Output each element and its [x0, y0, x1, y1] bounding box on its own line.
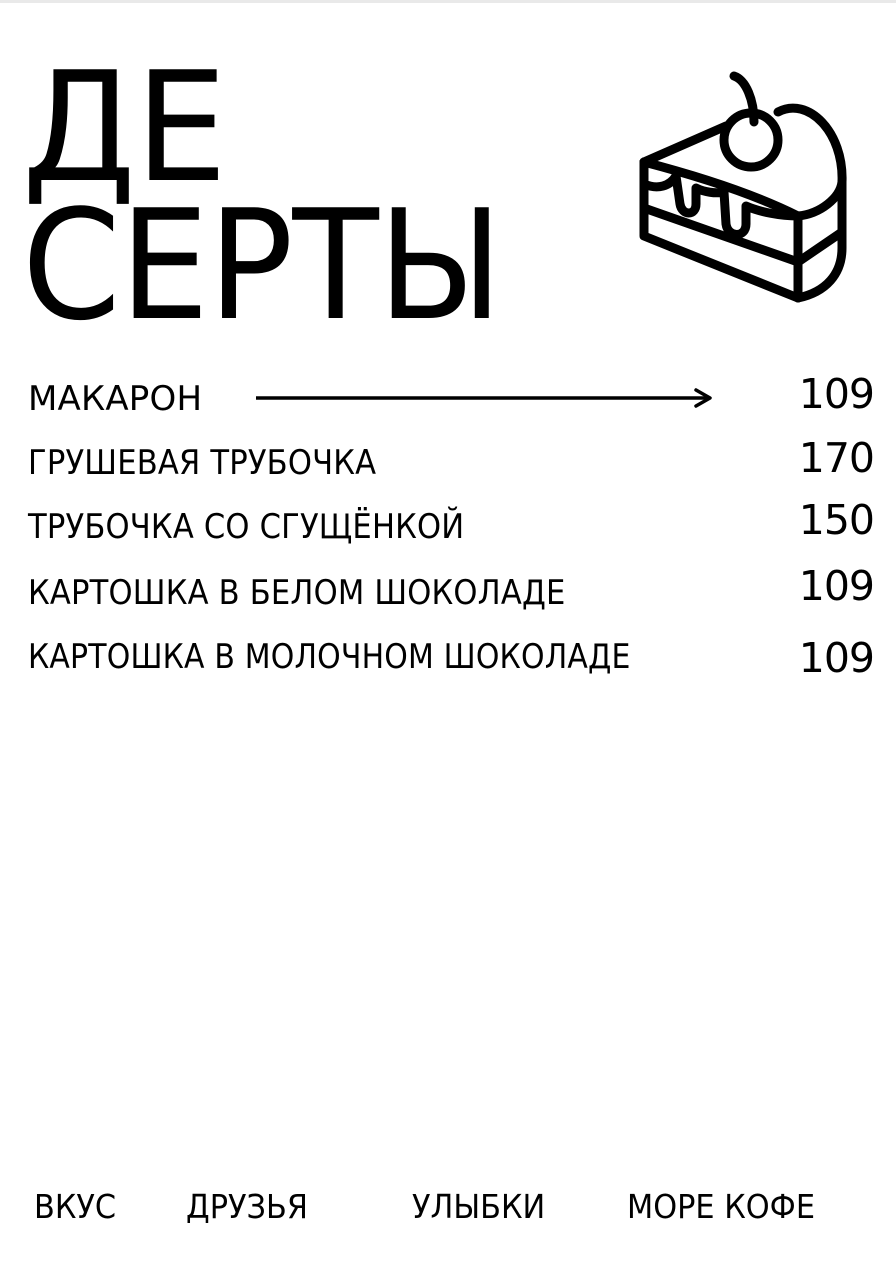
menu-item-price: 109	[798, 562, 875, 610]
menu-item: МАКАРОН 109	[28, 370, 875, 424]
menu-item-price: 150	[798, 496, 875, 544]
menu-item-price: 170	[798, 434, 875, 482]
arrow-right-icon	[256, 388, 712, 408]
menu-item: ГРУШЕВАЯ ТРУБОЧКА 170	[28, 434, 875, 488]
top-divider	[0, 0, 896, 3]
menu-item-name: ГРУШЕВАЯ ТРУБОЧКА	[28, 443, 377, 483]
menu-item-name: ТРУБОЧКА СО СГУЩЁНКОЙ	[28, 507, 465, 547]
menu-item: ТРУБОЧКА СО СГУЩЁНКОЙ 150	[28, 496, 875, 550]
menu-item-name: КАРТОШКА В БЕЛОМ ШОКОЛАДЕ	[28, 573, 566, 613]
menu-item-name: МАКАРОН	[28, 379, 203, 419]
page-title-line-2: СЕРТЫ	[22, 177, 503, 354]
menu-item-price: 109	[798, 634, 875, 682]
footer-word: УЛЫБКИ	[412, 1187, 546, 1226]
menu-item-price: 109	[798, 370, 875, 418]
menu-item: КАРТОШКА В МОЛОЧНОМ ШОКОЛАДЕ 109	[28, 634, 875, 688]
menu-item: КАРТОШКА В БЕЛОМ ШОКОЛАДЕ 109	[28, 562, 875, 616]
menu-item-name: КАРТОШКА В МОЛОЧНОМ ШОКОЛАДЕ	[28, 637, 631, 677]
footer-word: ДРУЗЬЯ	[186, 1187, 308, 1226]
cake-slice-with-cherry-icon	[639, 71, 847, 303]
footer-word: МОРЕ КОФЕ	[627, 1187, 816, 1226]
footer-word: ВКУС	[34, 1187, 117, 1226]
